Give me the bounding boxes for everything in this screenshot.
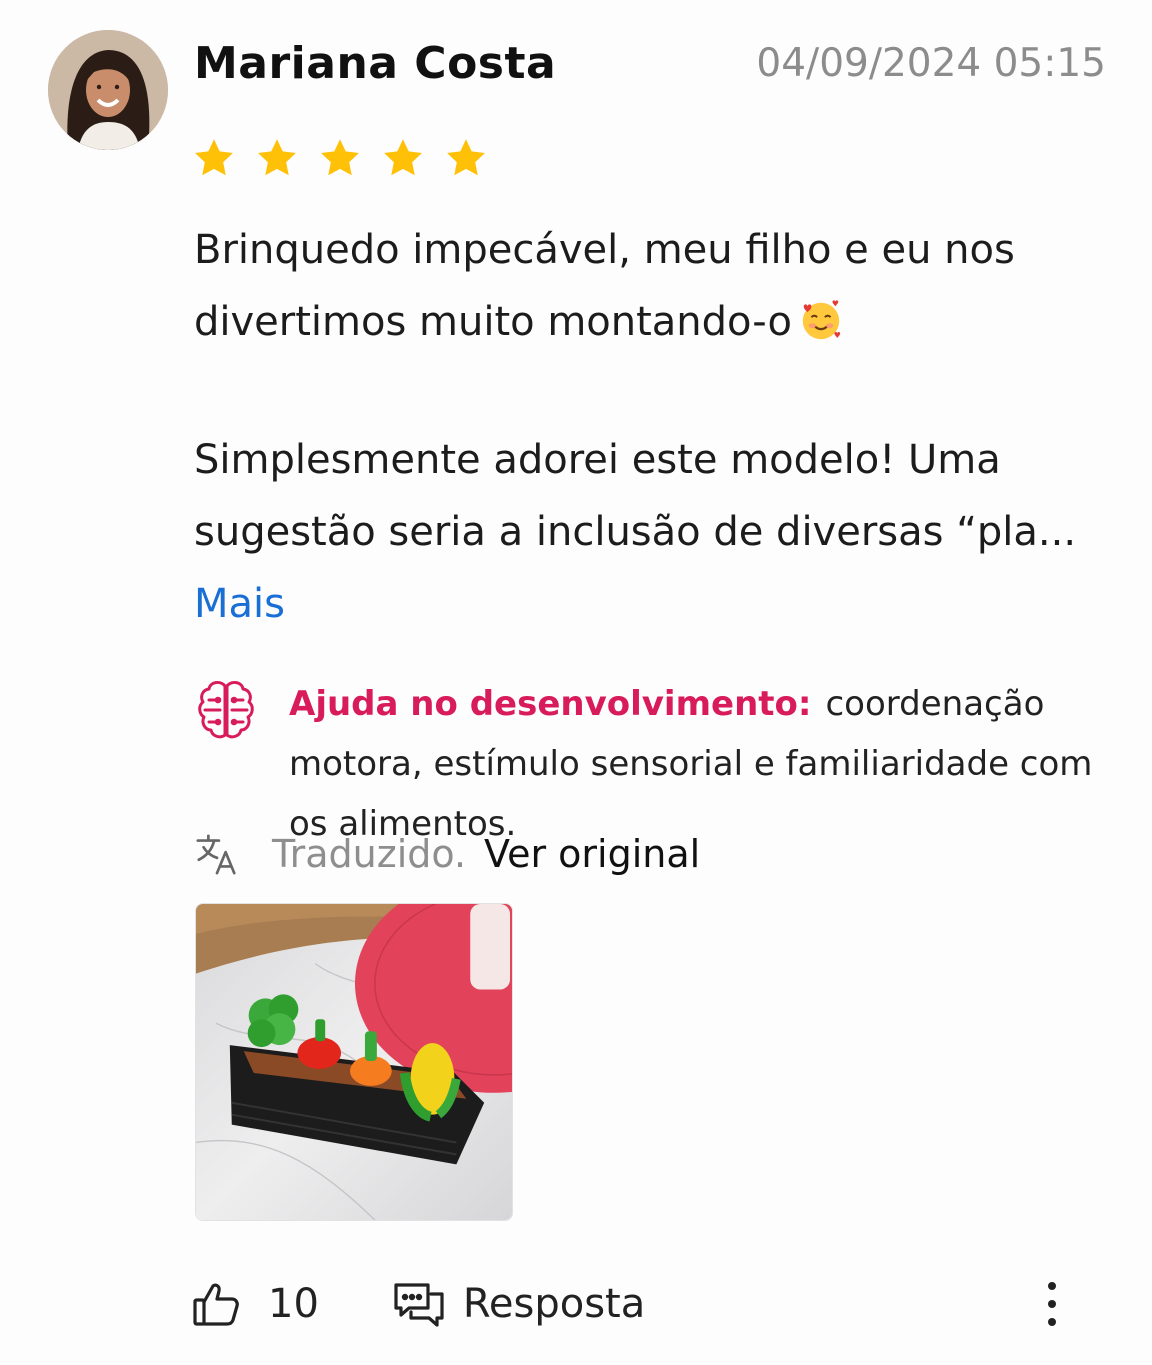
review-timestamp: 04/09/2024 05:15	[756, 41, 1106, 86]
author-name: Mariana Costa	[194, 38, 557, 89]
star-rating	[192, 136, 488, 180]
star-icon	[321, 139, 359, 176]
avatar[interactable]	[48, 30, 168, 150]
thumbs-up-icon	[193, 1283, 239, 1326]
review-actions: 10 Resposta	[192, 1272, 1072, 1336]
star-icon	[384, 139, 422, 176]
review-paragraph-1: Brinquedo impecável, meu filho e eu nos …	[194, 214, 1094, 358]
translated-status: Traduzido.	[272, 832, 467, 876]
vertical-dots-icon[interactable]	[1032, 1276, 1072, 1332]
translation-bar: Traduzido. Ver original	[194, 826, 700, 882]
review-photo[interactable]	[195, 903, 513, 1221]
star-icon	[447, 139, 485, 176]
review-card: Mariana Costa 04/09/2024 05:15 Brinquedo…	[0, 0, 1152, 1365]
show-more-link[interactable]: Mais	[194, 578, 285, 630]
smiling-face-with-hearts-icon	[802, 300, 841, 340]
brain-icon	[198, 680, 254, 739]
development-label: Ajuda no desenvolvimento:	[289, 684, 812, 724]
like-count: 10	[268, 1281, 319, 1327]
star-icon	[195, 139, 233, 176]
review-paragraph-1-text: Brinquedo impecável, meu filho e eu nos …	[194, 227, 1015, 345]
star-icon	[258, 139, 296, 176]
view-original-link[interactable]: Ver original	[484, 832, 700, 876]
like-button[interactable]: 10	[192, 1280, 319, 1328]
review-paragraph-2: Simplesmente adorei este modelo! Uma sug…	[194, 437, 1077, 555]
chat-bubbles-icon	[394, 1283, 444, 1327]
review-body: Brinquedo impecável, meu filho e eu nos …	[194, 214, 1094, 568]
reply-label: Resposta	[462, 1281, 646, 1327]
reply-button[interactable]: Resposta	[393, 1280, 645, 1328]
translate-icon	[196, 834, 236, 875]
